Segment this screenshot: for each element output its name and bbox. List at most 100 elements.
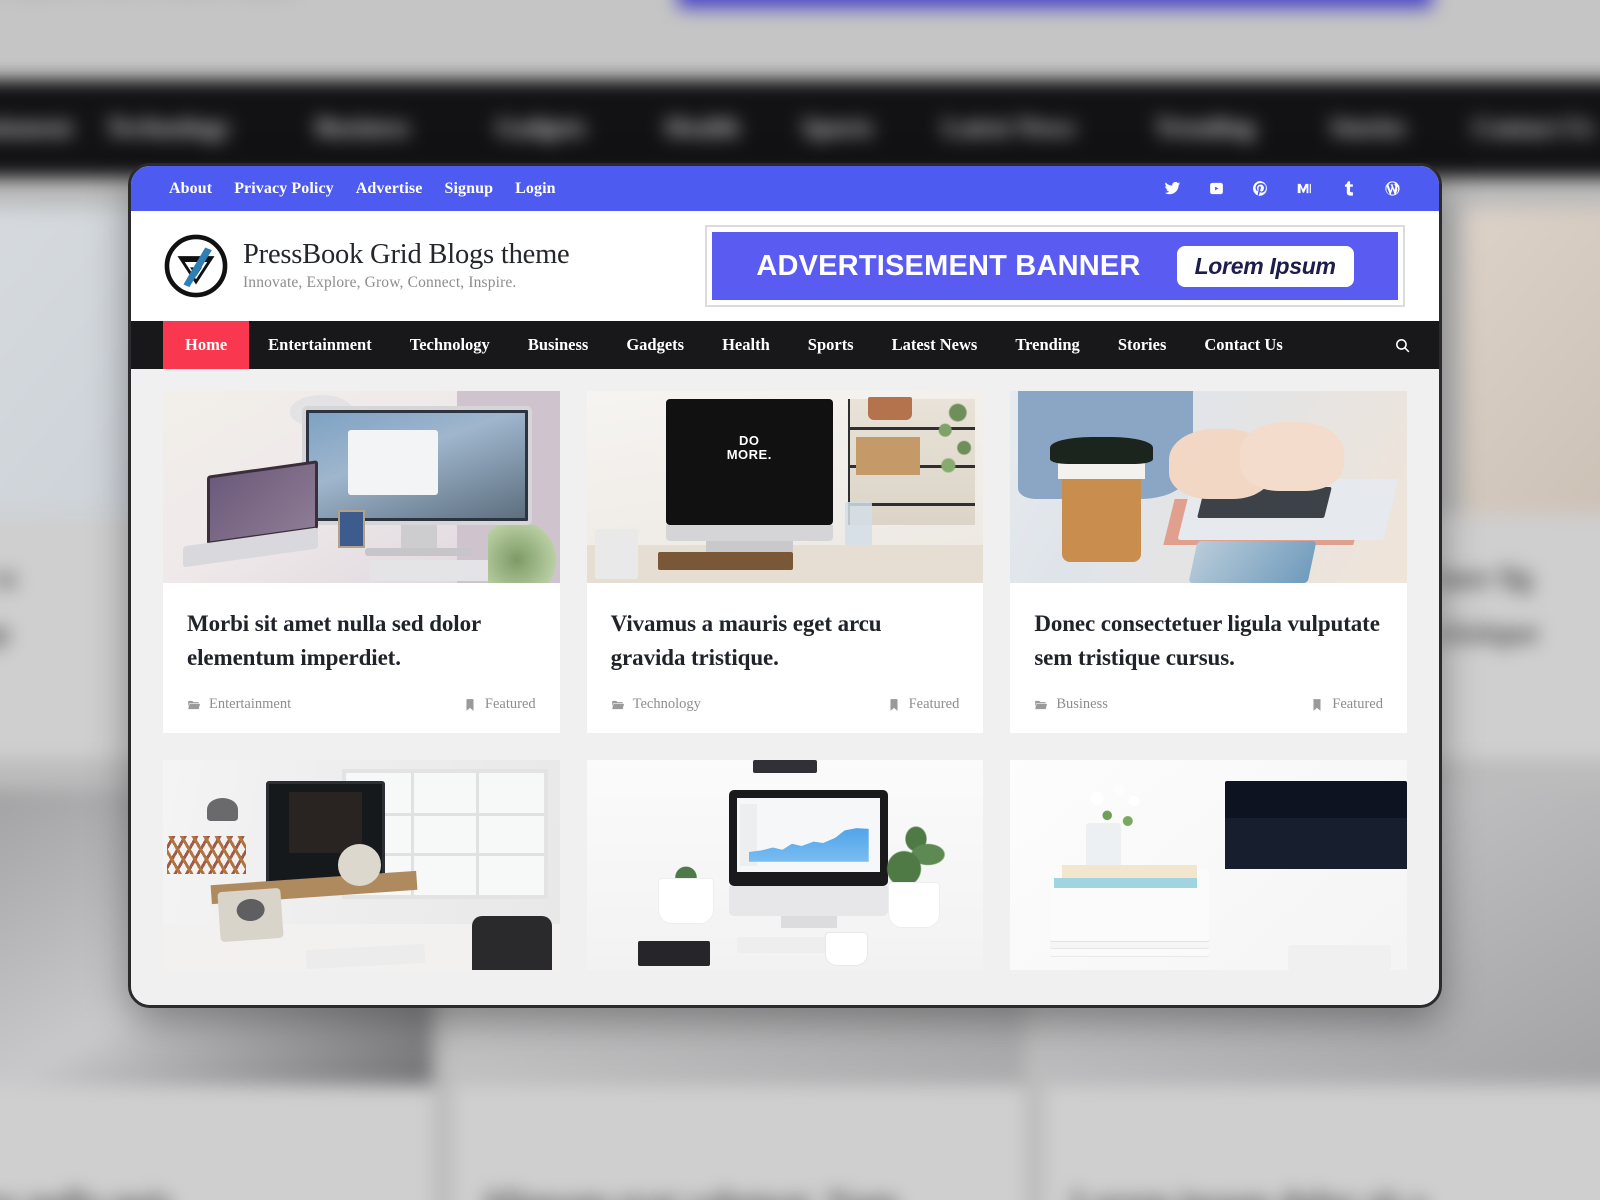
site-preview-window: About Privacy Policy Advertise Signup Lo… (128, 163, 1442, 1008)
background-nav-item: Sports (802, 114, 873, 142)
post-title[interactable]: Vivamus a mauris eget arcu gravida trist… (611, 607, 960, 674)
site-logo-icon (163, 233, 229, 299)
background-card-title: Lorem ipsum dolor sit a (1071, 1185, 1426, 1200)
post-thumbnail[interactable] (1010, 391, 1407, 583)
search-icon[interactable] (1376, 321, 1411, 369)
site-title: PressBook Grid Blogs theme (243, 239, 570, 271)
post-category[interactable]: Business (1034, 696, 1108, 713)
post-grid-area: Morbi sit amet nulla sed dolor elementum… (131, 369, 1439, 1005)
background-nav-item: Health (665, 114, 740, 142)
post-title[interactable]: Donec consectetuer ligula vulputate sem … (1034, 607, 1383, 674)
post-category-label: Technology (632, 696, 701, 713)
top-link-privacy-policy[interactable]: Privacy Policy (234, 180, 334, 198)
post-thumbnail[interactable] (163, 760, 560, 971)
background-nav-item: Technology (106, 114, 231, 142)
top-utility-links: About Privacy Policy Advertise Signup Lo… (169, 180, 556, 198)
post-body: Vivamus a mauris eget arcu gravida trist… (587, 583, 984, 674)
post-body: Donec consectetuer ligula vulputate sem … (1010, 583, 1407, 674)
bookmark-icon (1313, 698, 1321, 711)
post-badge[interactable]: Featured (463, 696, 536, 713)
post-badge[interactable]: Featured (887, 696, 960, 713)
background-nav-item: Trending (1154, 114, 1255, 142)
brand-block[interactable]: PressBook Grid Blogs theme Innovate, Exp… (163, 233, 570, 299)
post-badge-label: Featured (1332, 696, 1383, 713)
post-card[interactable]: DO MORE. Vivamus a mauris eget arcu gravi… (586, 391, 984, 734)
post-meta: Technology Featured (587, 674, 984, 733)
post-badge[interactable]: Featured (1310, 696, 1383, 713)
post-category[interactable]: Entertainment (187, 696, 291, 713)
brand-text: PressBook Grid Blogs theme Innovate, Exp… (243, 240, 570, 292)
twitter-icon[interactable] (1161, 178, 1183, 200)
background-card: ultrices nulla quis (0, 1085, 433, 1200)
social-links (1161, 178, 1403, 200)
branding-row: PressBook Grid Blogs theme Innovate, Exp… (131, 211, 1439, 321)
nav-item-technology[interactable]: Technology (391, 321, 509, 369)
background-card: Aliquam erat volutpat. Nam (453, 1085, 1025, 1200)
nav-item-health[interactable]: Health (703, 321, 789, 369)
post-category[interactable]: Technology (611, 696, 701, 713)
post-badge-label: Featured (484, 696, 536, 713)
background-header-band (0, 0, 1600, 80)
site-tagline: Innovate, Explore, Grow, Connect, Inspir… (243, 273, 517, 291)
background-nav-item: Business (315, 114, 410, 142)
post-badge-label: Featured (908, 696, 960, 713)
advertisement-headline: ADVERTISEMENT BANNER (756, 249, 1141, 282)
nav-item-trending[interactable]: Trending (996, 321, 1099, 369)
post-category-label: Entertainment (209, 696, 292, 713)
post-card[interactable] (586, 760, 984, 971)
advertisement-container[interactable]: ADVERTISEMENT BANNER Lorem Ipsum (705, 225, 1405, 307)
pinterest-icon[interactable] (1249, 178, 1271, 200)
folder-icon (1035, 700, 1048, 709)
post-title[interactable]: Morbi sit amet nulla sed dolor elementum… (187, 607, 536, 674)
background-nav-item: Entertainment (0, 114, 73, 142)
bookmark-icon (890, 698, 898, 711)
youtube-icon[interactable] (1205, 178, 1227, 200)
background-card-title: tuer lig (1438, 561, 1533, 595)
background-nav-item: Stories (1330, 114, 1406, 142)
post-card[interactable]: Donec consectetuer ligula vulputate sem … (1010, 391, 1407, 734)
top-link-login[interactable]: Login (515, 180, 556, 198)
post-card[interactable] (1010, 760, 1407, 971)
tumblr-icon[interactable] (1337, 178, 1359, 200)
background-nav-item: Gadgets (496, 114, 586, 142)
bookmark-icon (466, 698, 474, 711)
post-card[interactable] (163, 760, 560, 971)
post-thumbnail[interactable] (586, 760, 984, 971)
nav-item-stories[interactable]: Stories (1099, 321, 1186, 369)
background-card-title: ultrices nulla quis (0, 1185, 173, 1200)
background-card-title: Aliquam erat volutpat. Nam (480, 1185, 898, 1200)
nav-item-gadgets[interactable]: Gadgets (607, 321, 703, 369)
background-tagline: e, Explore, Grow, Connect, Inspire. (0, 0, 302, 1)
background-nav-item: Latest News (942, 114, 1076, 142)
post-meta: Business Featured (1010, 674, 1407, 733)
post-category-label: Business (1056, 696, 1108, 713)
background-ad-banner (677, 0, 1433, 9)
main-navigation: Home Entertainment Technology Business G… (131, 321, 1439, 369)
advertisement-banner[interactable]: ADVERTISEMENT BANNER Lorem Ipsum (712, 232, 1398, 300)
nav-item-sports[interactable]: Sports (789, 321, 873, 369)
background-photo (1463, 208, 1600, 515)
post-thumbnail[interactable] (163, 391, 560, 583)
nav-item-latest-news[interactable]: Latest News (873, 321, 997, 369)
nav-item-business[interactable]: Business (509, 321, 608, 369)
background-nav-item: Contact Us (1473, 114, 1595, 142)
top-link-about[interactable]: About (169, 180, 212, 198)
wordpress-icon[interactable] (1381, 178, 1403, 200)
top-link-advertise[interactable]: Advertise (356, 180, 423, 198)
medium-icon[interactable] (1293, 178, 1315, 200)
post-meta: Entertainment Featured (163, 674, 560, 733)
folder-icon (611, 700, 624, 709)
post-thumbnail[interactable]: DO MORE. (586, 391, 984, 583)
nav-item-contact-us[interactable]: Contact Us (1185, 321, 1301, 369)
post-thumbnail[interactable] (1010, 760, 1407, 971)
post-card[interactable]: Morbi sit amet nulla sed dolor elementum… (163, 391, 560, 734)
background-card: Lorem ipsum dolor sit a (1044, 1085, 1600, 1200)
top-utility-bar: About Privacy Policy Advertise Signup Lo… (131, 166, 1439, 211)
top-link-signup[interactable]: Signup (444, 180, 493, 198)
nav-item-home[interactable]: Home (163, 321, 250, 369)
advertisement-cta-button[interactable]: Lorem Ipsum (1176, 245, 1354, 287)
nav-item-entertainment[interactable]: Entertainment (249, 321, 391, 369)
background-card-title: t amet n (0, 561, 16, 595)
folder-icon (188, 700, 201, 709)
background-card-title: um imp (0, 616, 10, 651)
